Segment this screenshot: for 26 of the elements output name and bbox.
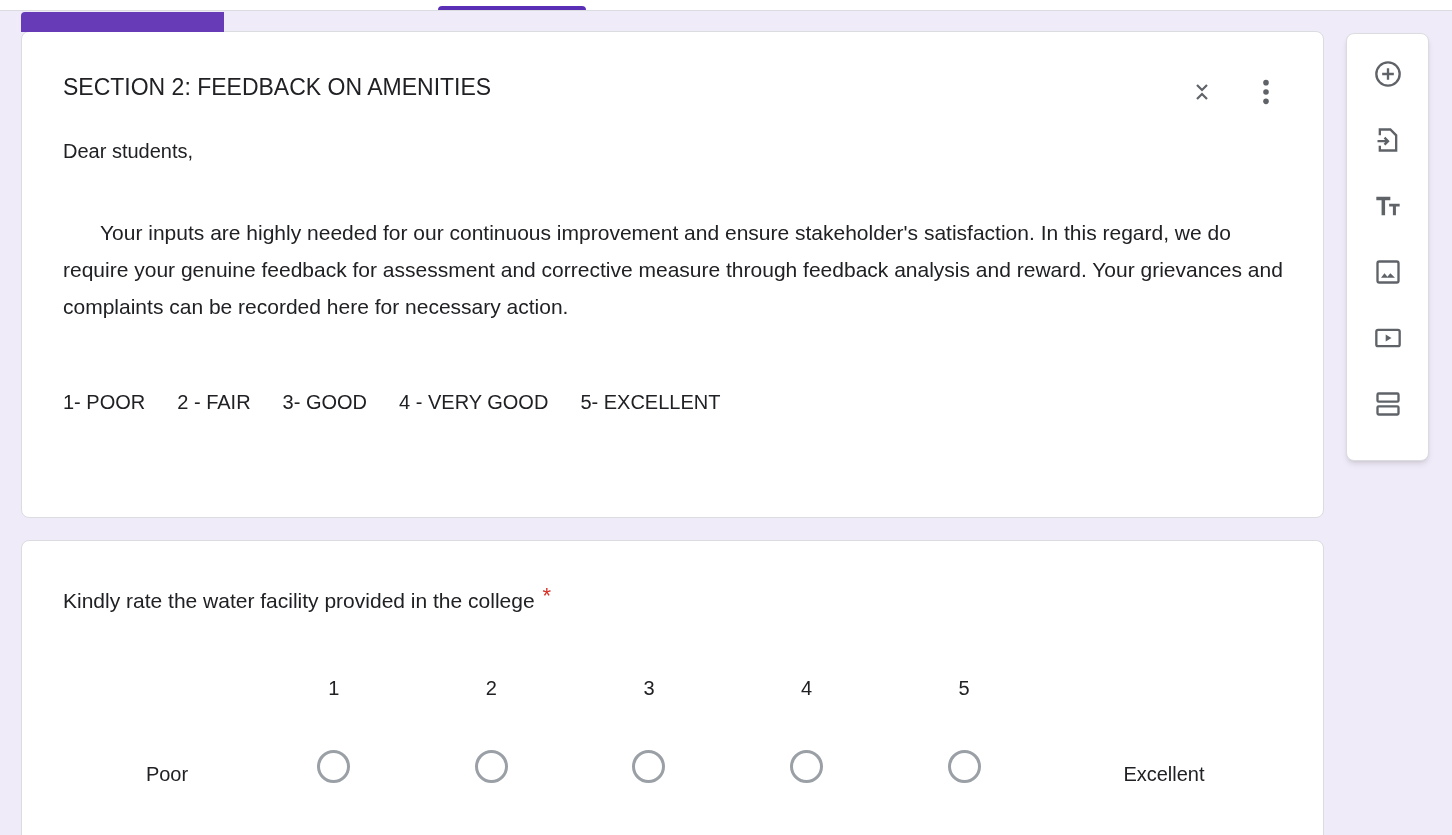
radio-button[interactable] [474, 750, 508, 783]
scale-legend-text: 1- POOR [63, 390, 146, 415]
add-icon[interactable] [1373, 60, 1402, 88]
high-label: Excellent [1123, 761, 1205, 787]
scale-number: 1 [328, 675, 340, 701]
section-icon[interactable] [1373, 390, 1402, 418]
more-options-icon[interactable] [1262, 78, 1270, 106]
radio-button[interactable] [790, 750, 824, 783]
scale-number: 2 [485, 675, 497, 701]
scale-legend-text: 4 - VERY GOOD [399, 390, 549, 415]
radio-button[interactable] [317, 750, 351, 783]
required-asterisk: * [542, 585, 552, 607]
image-icon[interactable] [1373, 258, 1402, 286]
question-title: Kindly rate the water facility provided in the college [63, 588, 535, 614]
scale-number: 3 [643, 675, 655, 701]
scale-legend-text: 3- GOOD [282, 390, 368, 415]
scale-legend-text: 2 - FAIR [177, 390, 251, 415]
greeting-text: Dear students, [63, 139, 195, 164]
section-title: SECTION 2: FEEDBACK ON AMENITIES [63, 73, 492, 102]
radio-button[interactable] [632, 750, 666, 783]
scale-legend-text: 5- EXCELLENT [580, 390, 721, 415]
description-paragraph: Your inputs are highly needed for our continuous improvement and ensure stakeholder's satisfaction. In this regard, we do require your genuine feedback for assessment and corrective measure through feedback analysis and reward. Your grievances and complaints can be recorded here for necessary action. [63, 220, 1284, 320]
radio-button[interactable] [947, 750, 981, 783]
scale-number: 4 [801, 675, 813, 701]
scale-number: 5 [958, 675, 970, 701]
low-label: Poor [145, 761, 189, 787]
